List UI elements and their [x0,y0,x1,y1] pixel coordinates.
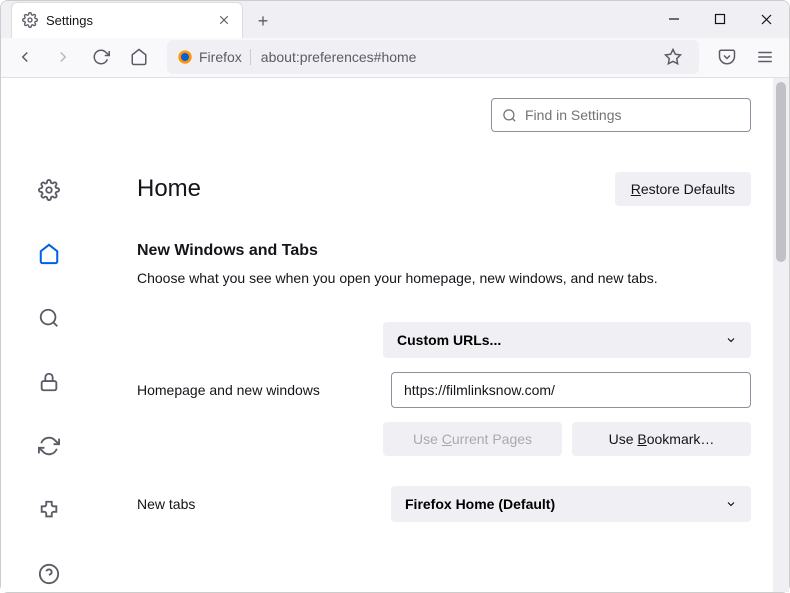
app-menu-button[interactable] [749,41,781,73]
page-title: Home [137,175,201,203]
sidebar-home-icon[interactable] [31,236,67,272]
use-current-pages-button[interactable]: Use Current Pages [383,422,562,456]
use-bookmark-button[interactable]: Use Bookmark… [572,422,751,456]
homepage-row-label: Homepage and new windows [137,382,377,398]
firefox-icon [177,49,193,65]
chevron-down-icon [725,498,737,510]
sidebar-help-icon[interactable] [31,556,67,592]
reload-button[interactable] [85,41,117,73]
identity-box[interactable]: Firefox [177,49,251,65]
homepage-mode-select[interactable]: Custom URLs... [383,322,751,358]
chevron-down-icon [725,334,737,346]
homepage-url-input[interactable] [391,372,751,408]
scrollbar[interactable] [773,78,789,592]
sidebar-sync-icon[interactable] [31,428,67,464]
url-bar[interactable]: Firefox about:preferences#home [167,40,699,74]
titlebar: Settings + [1,1,789,38]
scrollbar-thumb[interactable] [776,82,786,262]
restore-defaults-button[interactable]: Restore Defaults [615,172,751,206]
tab-title: Settings [46,13,208,28]
pocket-icon[interactable] [711,41,743,73]
select-value: Firefox Home (Default) [405,496,555,512]
newtabs-row-label: New tabs [137,496,377,512]
forward-button[interactable] [47,41,79,73]
browser-tab[interactable]: Settings [11,2,243,38]
home-button[interactable] [123,41,155,73]
section-description: Choose what you see when you open your h… [137,270,751,286]
newtabs-select[interactable]: Firefox Home (Default) [391,486,751,522]
sidebar-extensions-icon[interactable] [31,492,67,528]
search-placeholder: Find in Settings [525,107,622,123]
sidebar [1,78,97,592]
close-icon[interactable] [216,12,232,28]
search-icon [502,108,517,123]
sidebar-general-icon[interactable] [31,172,67,208]
minimize-button[interactable] [651,1,697,37]
url-text: about:preferences#home [261,49,647,65]
back-button[interactable] [9,41,41,73]
sidebar-privacy-icon[interactable] [31,364,67,400]
sidebar-search-icon[interactable] [31,300,67,336]
new-tab-button[interactable]: + [247,6,279,38]
settings-search-input[interactable]: Find in Settings [491,98,751,132]
main-content: Find in Settings Home Restore Defaults N… [97,78,773,592]
section-heading: New Windows and Tabs [137,242,751,260]
close-window-button[interactable] [743,1,789,37]
bookmark-star-icon[interactable] [657,41,689,73]
select-value: Custom URLs... [397,332,501,348]
maximize-button[interactable] [697,1,743,37]
gear-icon [22,12,38,28]
identity-label: Firefox [199,49,242,65]
